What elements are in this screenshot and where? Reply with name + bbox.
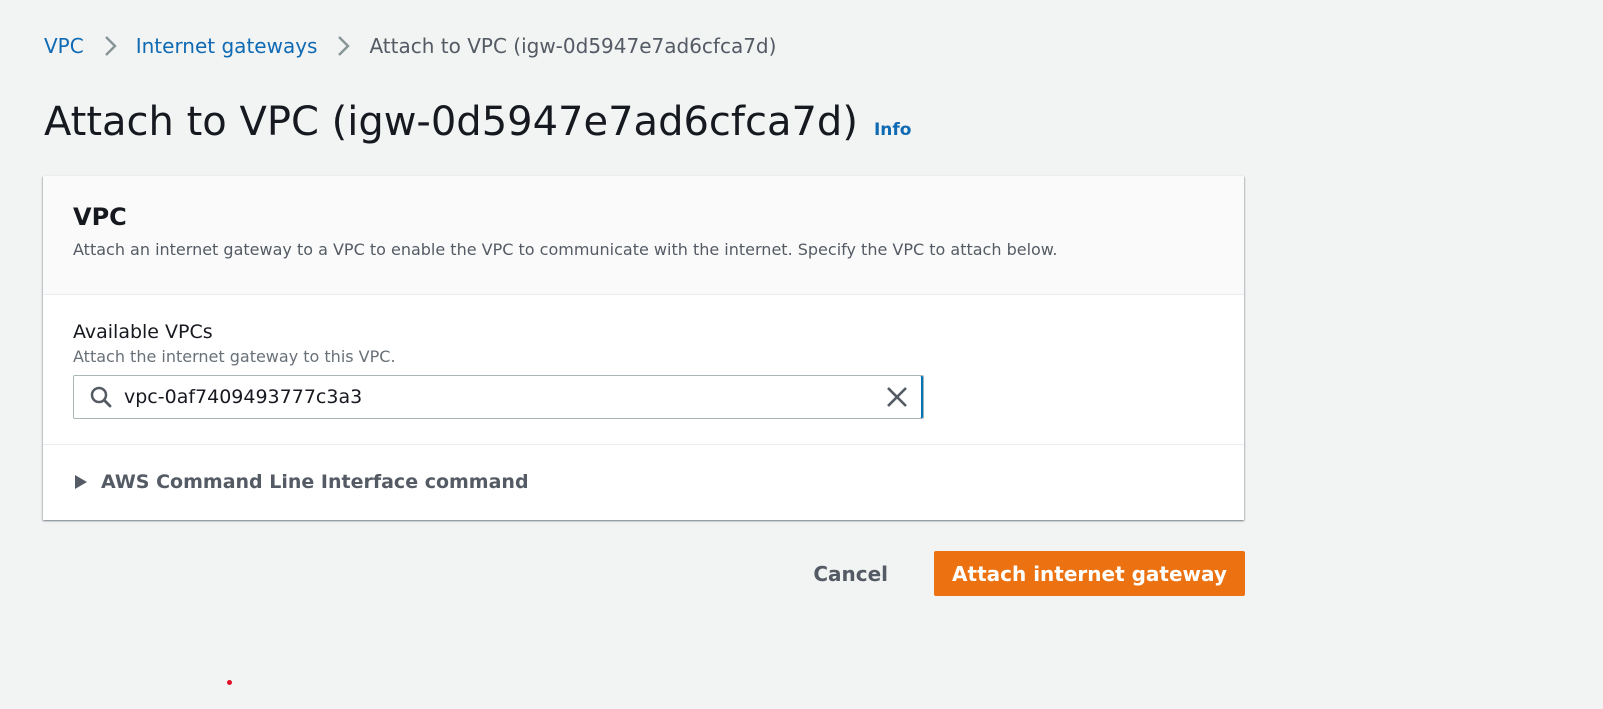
search-icon bbox=[88, 384, 114, 410]
field-label: Available VPCs bbox=[73, 321, 213, 343]
attach-internet-gateway-button[interactable]: Attach internet gateway bbox=[934, 551, 1245, 596]
chevron-right-icon bbox=[327, 35, 359, 57]
panel-description: Attach an internet gateway to a VPC to e… bbox=[73, 240, 1058, 259]
cursor-marker bbox=[227, 680, 232, 685]
breadcrumb: VPC Internet gateways Attach to VPC (igw… bbox=[44, 32, 776, 60]
close-icon[interactable] bbox=[881, 381, 913, 413]
cancel-button[interactable]: Cancel bbox=[793, 551, 908, 596]
panel-header: VPC Attach an internet gateway to a VPC … bbox=[43, 176, 1244, 295]
cli-command-expander[interactable]: AWS Command Line Interface command bbox=[43, 445, 1244, 519]
vpc-select[interactable]: vpc-0af7409493777c3a3 bbox=[73, 375, 924, 419]
field-description: Attach the internet gateway to this VPC. bbox=[73, 347, 396, 366]
breadcrumb-link-vpc[interactable]: VPC bbox=[44, 32, 84, 60]
vpc-select-value: vpc-0af7409493777c3a3 bbox=[124, 386, 363, 408]
info-link[interactable]: Info bbox=[874, 120, 912, 140]
caret-right-icon bbox=[75, 474, 89, 490]
vpc-panel: VPC Attach an internet gateway to a VPC … bbox=[43, 176, 1244, 520]
page-title: Attach to VPC (igw-0d5947e7ad6cfca7d) bbox=[44, 99, 858, 145]
expander-label: AWS Command Line Interface command bbox=[101, 471, 529, 493]
breadcrumb-current: Attach to VPC (igw-0d5947e7ad6cfca7d) bbox=[369, 34, 777, 58]
form-actions: Cancel Attach internet gateway bbox=[793, 551, 1245, 596]
available-vpcs-field: Available VPCs Attach the internet gatew… bbox=[43, 295, 1244, 445]
page-header: Attach to VPC (igw-0d5947e7ad6cfca7d) In… bbox=[44, 94, 911, 150]
breadcrumb-link-internet-gateways[interactable]: Internet gateways bbox=[136, 32, 318, 60]
panel-title: VPC bbox=[73, 203, 127, 231]
chevron-right-icon bbox=[94, 35, 126, 57]
